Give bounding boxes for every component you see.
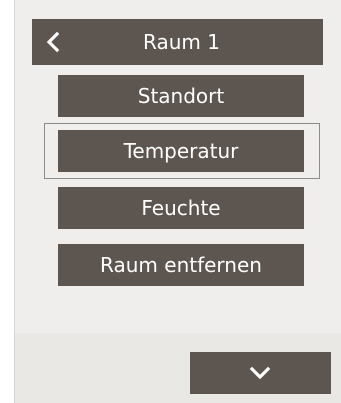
standort-button[interactable]: Standort [58,75,304,117]
chevron-left-icon[interactable] [42,30,66,54]
scroll-down-button[interactable] [190,352,331,394]
feuchte-button[interactable]: Feuchte [58,187,304,229]
room-header: Raum 1 [32,19,323,65]
raum-entfernen-button[interactable]: Raum entfernen [58,244,304,286]
page-title: Raum 1 [143,30,220,54]
chevron-down-icon [249,366,271,380]
temperatur-button[interactable]: Temperatur [58,130,304,172]
